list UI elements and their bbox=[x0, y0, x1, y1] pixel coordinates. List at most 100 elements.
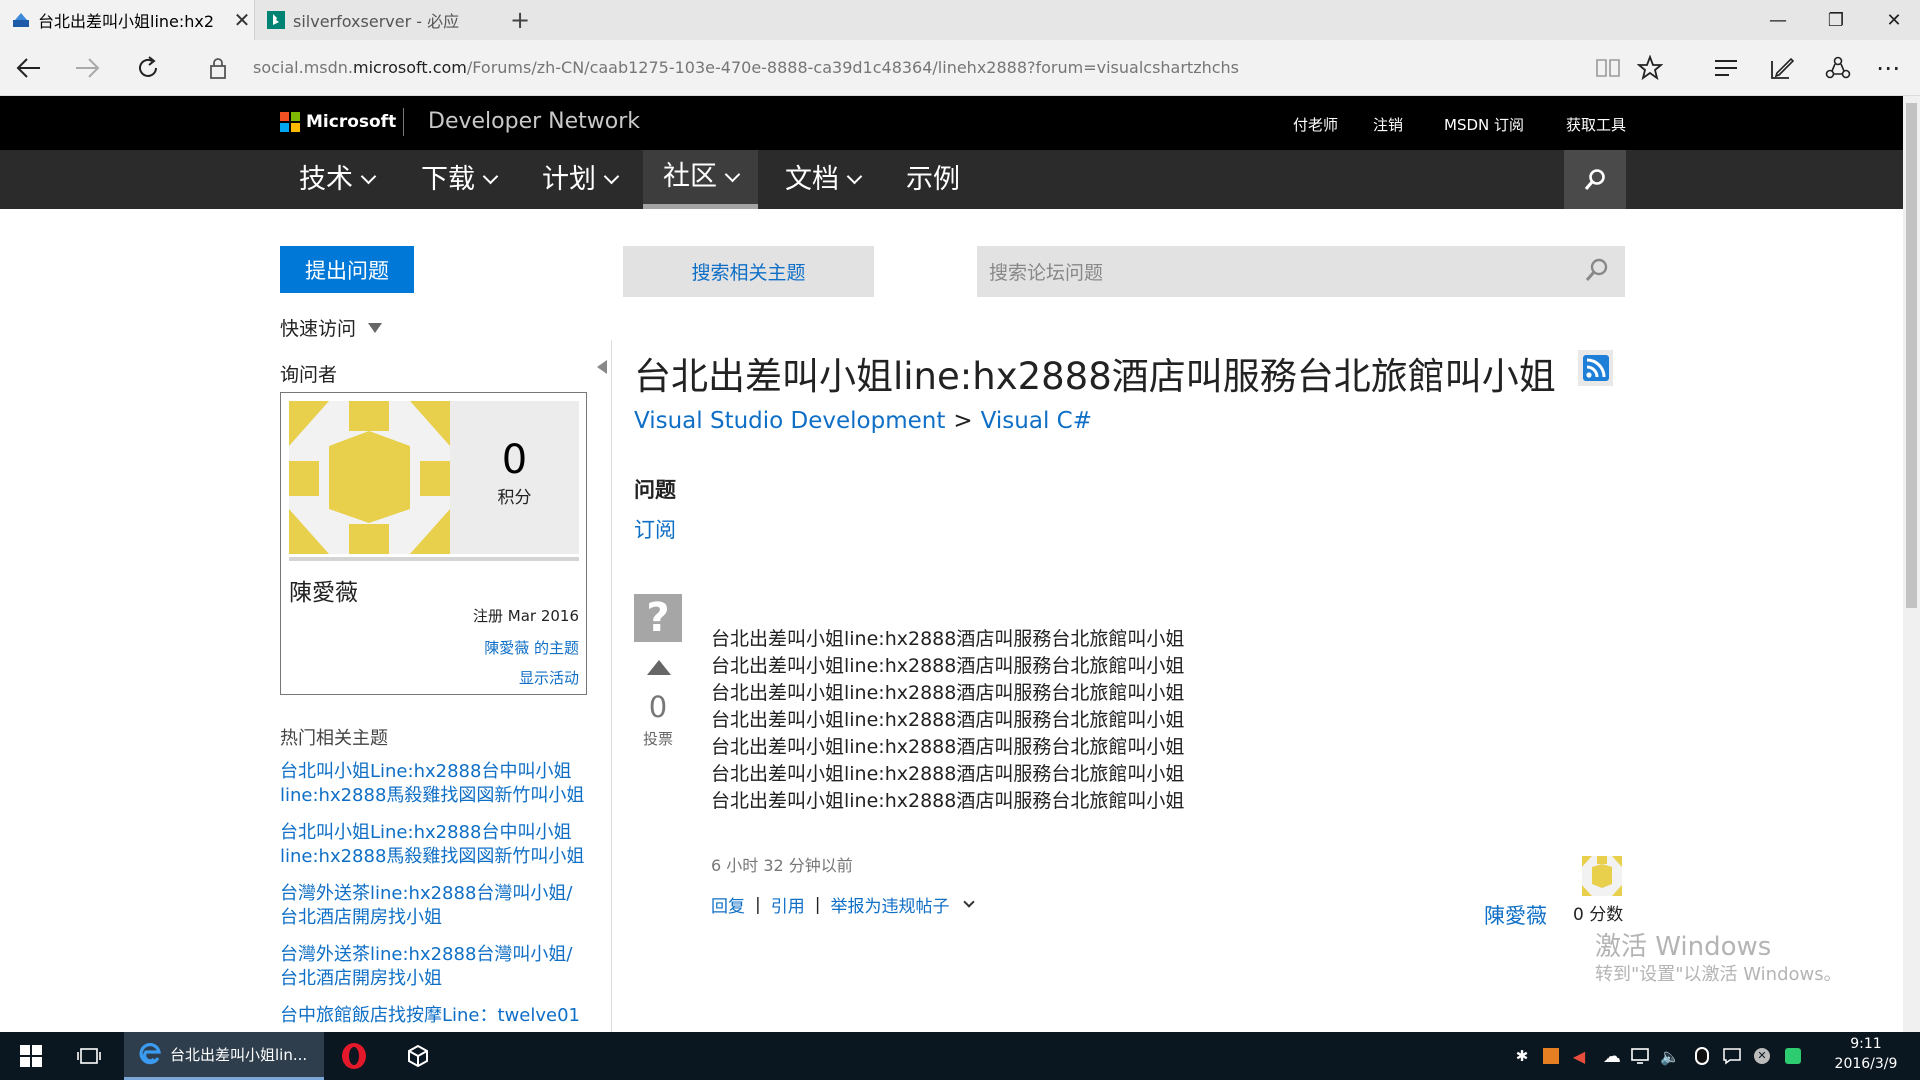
forum-search-input[interactable]: 搜索论坛问题 bbox=[977, 246, 1625, 297]
url-field[interactable]: social.msdn.microsoft.com/Forums/zh-CN/c… bbox=[253, 40, 1239, 96]
reply-link[interactable]: 回复 bbox=[711, 892, 745, 917]
user-link[interactable]: 付老师 bbox=[1293, 114, 1338, 135]
nav-label: 示例 bbox=[906, 163, 960, 195]
report-abuse-link[interactable]: 举报为违规帖子 bbox=[830, 892, 949, 917]
favorite-star-icon[interactable] bbox=[1626, 40, 1674, 96]
question-title: 台北出差叫小姐line:hx2888酒店叫服務台北旅館叫小姐 bbox=[634, 355, 1556, 398]
tab-close-icon[interactable]: ✕ bbox=[230, 8, 254, 32]
clock-time: 9:11 bbox=[1850, 1036, 1882, 1052]
show-activity-link[interactable]: 显示活动 bbox=[519, 667, 579, 688]
network-icon[interactable] bbox=[1628, 1032, 1652, 1080]
user-name[interactable]: 陳愛薇 bbox=[289, 573, 358, 607]
breadcrumb-link[interactable]: Visual Studio Development bbox=[634, 408, 945, 434]
qq-icon[interactable] bbox=[1690, 1032, 1714, 1080]
refresh-button[interactable] bbox=[124, 40, 172, 96]
action-center-icon[interactable] bbox=[1720, 1032, 1744, 1080]
clock-date: 2016/3/9 bbox=[1834, 1056, 1898, 1072]
new-tab-button[interactable]: + bbox=[502, 0, 538, 40]
scrollbar-thumb[interactable] bbox=[1906, 103, 1917, 608]
activation-watermark-title: 激活 Windows bbox=[1595, 932, 1772, 962]
related-topic-link[interactable]: 台灣外送茶line:hx2888台灣叫小姐/台北酒店開房找小姐 bbox=[280, 943, 590, 991]
breadcrumb-link[interactable]: Visual C# bbox=[981, 408, 1092, 434]
related-topic-link[interactable]: 台北叫小姐Line:hx2888台中叫小姐line:hx2888馬殺雞找図図新竹… bbox=[280, 760, 590, 808]
more-icon[interactable]: ⋯ bbox=[1864, 40, 1912, 96]
get-tools-link[interactable]: 获取工具 bbox=[1566, 114, 1626, 135]
points-value: 0 bbox=[501, 437, 528, 483]
chevron-down-icon bbox=[724, 166, 741, 182]
microsoft-logo[interactable]: Microsoft bbox=[280, 112, 396, 132]
post-body-line: 台北出差叫小姐line:hx2888酒店叫服務台北旅館叫小姐 bbox=[711, 790, 1185, 812]
share-icon[interactable] bbox=[1814, 40, 1862, 96]
caret-down-icon bbox=[368, 322, 383, 333]
nav-programs[interactable]: 计划 bbox=[522, 150, 637, 209]
forward-arrow-icon bbox=[76, 58, 100, 78]
quote-link[interactable]: 引用 bbox=[771, 892, 805, 917]
related-topic-link[interactable]: 台灣外送茶line:hx2888台灣叫小姐/台北酒店開房找小姐 bbox=[280, 882, 590, 930]
rss-icon[interactable] bbox=[1578, 350, 1613, 386]
onedrive-icon[interactable]: ☁ bbox=[1600, 1032, 1624, 1080]
logout-link[interactable]: 注销 bbox=[1373, 114, 1403, 135]
address-bar: social.msdn.microsoft.com/Forums/zh-CN/c… bbox=[0, 40, 1920, 96]
nav-search-button[interactable] bbox=[1564, 150, 1626, 209]
chevron-down-icon bbox=[360, 168, 377, 185]
user-topics-link[interactable]: 陳愛薇 的主题 bbox=[484, 637, 579, 658]
upvote-icon[interactable] bbox=[647, 660, 671, 675]
taskbar-window-title: 台北出差叫小姐lin... bbox=[170, 1046, 308, 1064]
nav-community[interactable]: 社区 bbox=[643, 150, 758, 209]
taskbar-edge-window[interactable]: 台北出差叫小姐lin... bbox=[124, 1032, 324, 1080]
search-icon[interactable] bbox=[1583, 256, 1611, 284]
collapse-sidebar-icon[interactable] bbox=[597, 360, 607, 374]
microsoft-logo-icon bbox=[280, 112, 300, 132]
volume-icon[interactable]: 🔈 bbox=[1658, 1032, 1682, 1080]
post-author-link[interactable]: 陳愛薇 bbox=[1484, 900, 1547, 930]
quick-access-dropdown[interactable]: 快速访问 bbox=[280, 314, 383, 341]
tab-title: silverfoxserver - 必应 bbox=[293, 12, 460, 31]
author-score: 0 分数 bbox=[1573, 905, 1624, 925]
close-circle-icon[interactable]: ✕ bbox=[1750, 1032, 1774, 1080]
back-button[interactable] bbox=[4, 40, 52, 96]
task-view-button[interactable] bbox=[68, 1032, 110, 1080]
reading-view-icon[interactable] bbox=[1584, 40, 1632, 96]
system-clock[interactable]: 9:11 2016/3/9 bbox=[1820, 1034, 1912, 1074]
browser-tab-active[interactable]: 台北出差叫小姐line:hx2 ✕ bbox=[0, 0, 254, 40]
unity-taskbar-icon[interactable] bbox=[398, 1032, 438, 1080]
points-box: 0 积分 bbox=[450, 401, 579, 554]
chevron-down-icon bbox=[603, 168, 620, 185]
msdn-subscription-link[interactable]: MSDN 订阅 bbox=[1444, 114, 1524, 135]
wechat-tray-icon[interactable] bbox=[1780, 1032, 1806, 1080]
bing-tab-icon bbox=[267, 11, 285, 29]
nav-samples[interactable]: 示例 bbox=[886, 150, 980, 209]
browser-tab[interactable]: silverfoxserver - 必应 bbox=[254, 0, 500, 40]
app-tray-icon[interactable] bbox=[1540, 1032, 1562, 1080]
forward-button[interactable] bbox=[64, 40, 112, 96]
chevron-down-icon bbox=[846, 168, 863, 185]
ask-question-button[interactable]: 提出问题 bbox=[280, 246, 414, 293]
subscribe-link[interactable]: 订阅 bbox=[634, 514, 676, 544]
author-avatar[interactable] bbox=[1582, 856, 1622, 896]
search-icon bbox=[1584, 168, 1605, 190]
related-topic-link[interactable]: 台中旅館飯店找按摩Line：twelve01 bbox=[280, 1004, 590, 1031]
nav-documentation[interactable]: 文档 bbox=[765, 150, 880, 209]
related-topic-link[interactable]: 台北叫小姐Line:hx2888台中叫小姐line:hx2888馬殺雞找図図新竹… bbox=[280, 821, 590, 869]
start-button[interactable] bbox=[10, 1032, 52, 1080]
bluetooth-icon[interactable]: ✱ bbox=[1512, 1032, 1532, 1080]
site-title[interactable]: Developer Network bbox=[403, 108, 640, 136]
minimize-button[interactable]: — bbox=[1749, 0, 1807, 40]
refresh-icon bbox=[139, 56, 157, 77]
nav-downloads[interactable]: 下载 bbox=[401, 150, 516, 209]
chevron-down-icon[interactable] bbox=[963, 896, 976, 908]
hub-icon[interactable] bbox=[1702, 40, 1750, 96]
nav-technology[interactable]: 技术 bbox=[279, 150, 394, 209]
quick-access-label: 快速访问 bbox=[280, 318, 357, 340]
avatar[interactable] bbox=[289, 401, 450, 554]
opera-taskbar-icon[interactable] bbox=[334, 1032, 374, 1080]
lock-icon bbox=[196, 40, 240, 96]
window-close-button[interactable]: ✕ bbox=[1865, 0, 1920, 40]
nav-label: 下载 bbox=[421, 163, 475, 195]
windows-logo-icon bbox=[20, 1045, 42, 1067]
web-note-icon[interactable] bbox=[1758, 40, 1806, 96]
vote-label: 投票 bbox=[642, 730, 673, 748]
search-related-topics-button[interactable]: 搜索相关主题 bbox=[623, 246, 874, 297]
restore-button[interactable]: ❐ bbox=[1807, 0, 1865, 40]
speaker-alert-icon[interactable]: ◀ bbox=[1568, 1032, 1590, 1080]
